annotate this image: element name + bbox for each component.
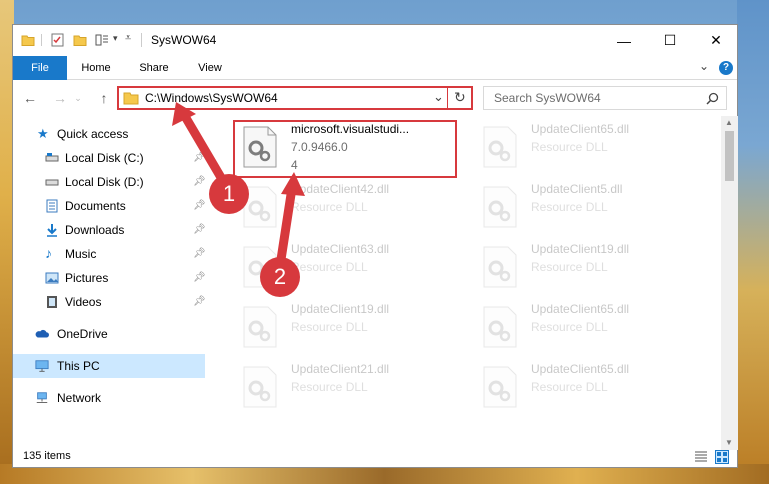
arrow-to-file — [275, 183, 297, 271]
arrow-head-file — [281, 172, 305, 196]
annotation-badge-2: 2 — [260, 257, 300, 297]
annotation-arrows — [172, 102, 305, 271]
annotation-badge-1: 1 — [209, 174, 249, 214]
